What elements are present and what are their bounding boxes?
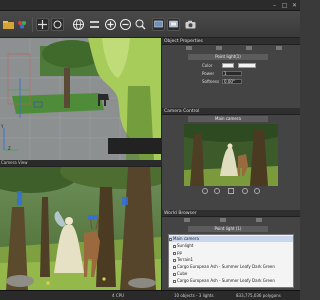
browser-tab-icon[interactable] [256,218,262,222]
tree-item[interactable]: Sunlight [173,243,293,249]
camera-tilt-icon[interactable] [242,188,248,194]
axis-label-left: Y [1,124,4,129]
visibility-checkbox[interactable] [169,237,172,241]
camera-control-title: Camera Control [164,109,200,114]
power-field[interactable]: 1 [222,71,242,76]
editor-scene [0,38,161,160]
viewport-icon[interactable] [152,18,165,31]
visibility-checkbox[interactable] [173,272,176,276]
object-properties-title: Object Properties [164,39,203,44]
main-toolbar [0,11,300,38]
object-properties-header: Object Properties [162,38,300,45]
camera-icon[interactable] [184,18,197,31]
status-objects: 10 objects - 3 lights [174,293,214,298]
maximize-button[interactable]: □ [280,2,289,9]
properties-tab-icon[interactable] [246,46,252,50]
softness-field[interactable]: 0.00° [222,79,242,84]
color-palette-icon[interactable] [16,18,29,31]
visibility-checkbox[interactable] [173,258,176,262]
camera-preview[interactable] [184,124,278,186]
forest-render [0,167,161,290]
camera-control-subhead: Main camera [188,116,268,122]
visibility-checkbox[interactable] [173,279,176,283]
browser-tab-icon[interactable] [184,218,190,222]
color-swatch[interactable] [222,63,234,68]
camera-orbit-icon[interactable] [214,188,220,194]
toolbar-separator [32,17,33,32]
world-browser-tree[interactable]: Main camera Sunlight pp Terrain1 Cargo E… [168,234,294,288]
minimize-button[interactable]: – [270,2,279,9]
folder-open-icon[interactable] [2,18,15,31]
camera-preview-image [184,124,278,186]
title-bar: – □ ✕ [0,0,300,11]
world-browser-tabs [164,218,298,223]
world-browser-header: World Browser [162,210,300,217]
softness-label: Softness [202,79,220,84]
camera-viewport[interactable] [0,166,162,290]
camera-navigation-controls [202,188,262,194]
axis-label-bottom: Z [8,146,11,151]
visibility-checkbox[interactable] [173,251,176,255]
tree-item[interactable]: Cargo European Ash - Summer Leafy Dark G… [173,264,293,270]
properties-tab-icon[interactable] [186,46,192,50]
world-browser-title: World Browser [164,211,197,216]
editor-viewport[interactable]: Y Z [0,38,162,160]
browser-tab-icon[interactable] [220,218,226,222]
close-button[interactable]: ✕ [290,2,299,9]
object-properties-tabs [164,46,298,51]
tree-item[interactable]: Cargo European Ash - Summer Leafy Dark G… [173,278,293,284]
add-icon[interactable] [104,18,117,31]
power-label: Power [202,71,215,76]
tree-item[interactable]: Cube [173,271,293,277]
tree-item[interactable]: Main camera [169,236,293,242]
status-bar: 4 CPU 10 objects - 3 lights 833,775,036 … [0,290,300,300]
status-cpu: 4 CPU [112,293,124,298]
zoom-icon[interactable] [134,18,147,31]
rotate-icon[interactable] [51,18,64,31]
object-properties-subhead: Point light(1) [188,54,268,60]
world-browser-subhead: Point light (1) [188,226,268,232]
camera-pan-icon[interactable] [202,188,208,194]
camera-zoom-icon[interactable] [228,188,234,194]
camera-reset-icon[interactable] [254,188,260,194]
move-icon[interactable] [36,18,49,31]
right-panel: Object Properties Point light(1) Color P… [162,38,300,290]
properties-tab-icon[interactable] [216,46,222,50]
status-polygons: 833,775,036 polygons [236,293,281,298]
camera-control-header: Camera Control [162,108,300,115]
tree-item[interactable]: Terrain1 [173,257,293,263]
visibility-checkbox[interactable] [173,244,176,248]
tree-item[interactable]: pp [173,250,293,256]
render-icon[interactable] [167,18,180,31]
globe-icon[interactable] [72,18,85,31]
align-icon[interactable] [88,18,101,31]
visibility-checkbox[interactable] [173,265,176,269]
color-field[interactable] [238,63,256,68]
properties-tab-icon[interactable] [276,46,282,50]
color-label: Color [202,63,213,68]
remove-icon[interactable] [119,18,132,31]
